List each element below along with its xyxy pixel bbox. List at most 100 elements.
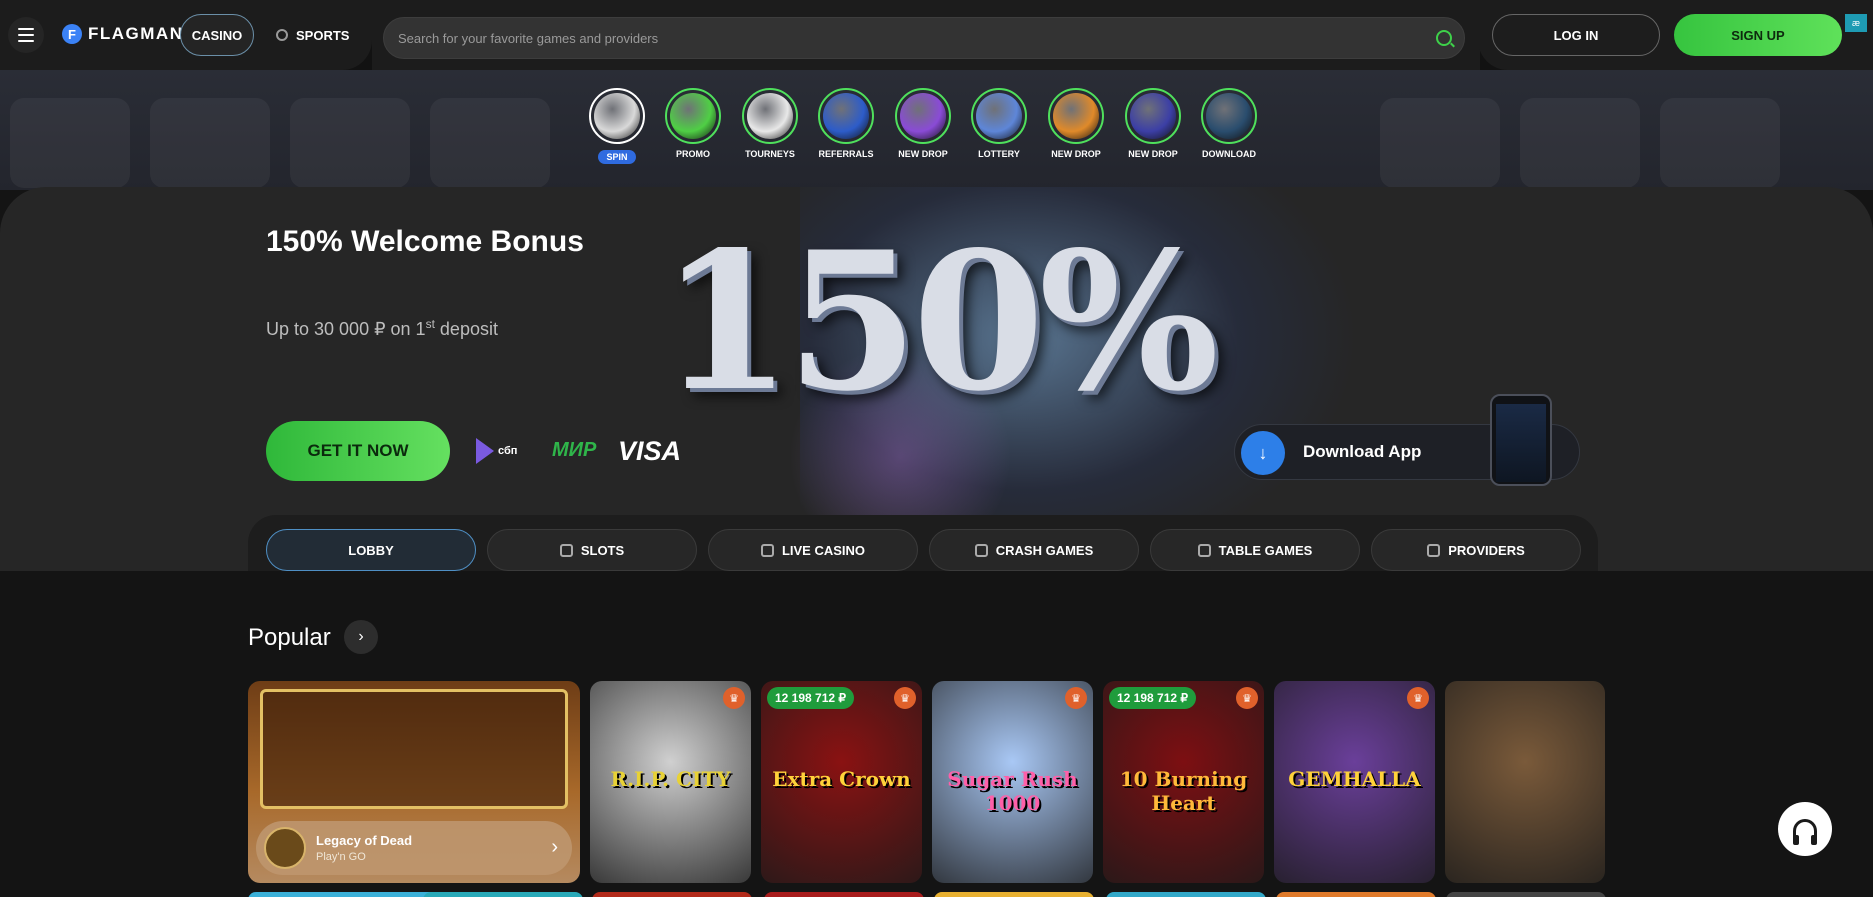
game-card-row2[interactable] [592, 892, 752, 897]
story-item[interactable]: NEW DROP [885, 88, 961, 162]
game-title: Extra Crown [772, 767, 911, 791]
story-thumbnail [742, 88, 798, 144]
trophy-icon: ♛ [723, 687, 745, 709]
support-chat-button[interactable] [1778, 802, 1832, 856]
story-thumbnail [895, 88, 951, 144]
cherry-icon [559, 543, 573, 557]
tab-providers[interactable]: PROVIDERS [1371, 529, 1581, 571]
header-left: F FLAGMAN CASINO SPORTS [0, 0, 372, 70]
story-item[interactable]: TOURNEYS [732, 88, 808, 162]
game-card-row2[interactable] [1276, 892, 1436, 897]
search-box[interactable] [383, 17, 1465, 59]
header-right: LOG IN SIGN UP æ [1478, 0, 1873, 70]
story-item[interactable]: SPIN [579, 88, 655, 165]
tab-label: PROVIDERS [1448, 542, 1525, 558]
game-card[interactable]: 12 198 712 ₽ ♛ 10 Burning Heart [1103, 681, 1264, 883]
logo[interactable]: F FLAGMAN [62, 24, 183, 44]
story-label: SPIN [598, 150, 636, 164]
trophy-icon: ♛ [1407, 687, 1429, 709]
story-thumbnail [589, 88, 645, 144]
welcome-banner[interactable]: 150% 150% Welcome Bonus Up to 30 000 ₽ o… [0, 187, 1873, 571]
story-thumbnail [1125, 88, 1181, 144]
tab-sports[interactable]: SPORTS [266, 14, 359, 56]
download-app-label: Download App [1303, 442, 1422, 461]
popular-more-button[interactable]: › [344, 620, 378, 654]
header: F FLAGMAN CASINO SPORTS LOG IN SIGN UP æ [0, 0, 1873, 70]
game-title: 10 Burning Heart [1119, 767, 1248, 815]
story-item[interactable]: LOTTERY [961, 88, 1037, 162]
game-card[interactable] [1445, 681, 1605, 883]
tab-label: CRASH GAMES [995, 542, 1094, 558]
story-label: LOTTERY [978, 149, 1020, 159]
trophy-icon: ♛ [1065, 687, 1087, 709]
story-image [976, 93, 1022, 139]
story-item[interactable]: DOWNLOAD [1191, 88, 1267, 162]
story-thumbnail [1048, 88, 1104, 144]
story-label: NEW DROP [1051, 149, 1101, 159]
phone-illustration [1490, 394, 1552, 486]
signup-button[interactable]: SIGN UP [1674, 14, 1842, 56]
banner-title: 150% Welcome Bonus [266, 225, 584, 258]
game-card[interactable]: ♛ R.I.P. CITY [590, 681, 751, 883]
story-label: TOURNEYS [745, 149, 795, 159]
story-image [900, 93, 946, 139]
login-button[interactable]: LOG IN [1492, 14, 1660, 56]
game-card-row2[interactable] [934, 892, 1094, 897]
menu-button[interactable] [8, 17, 44, 53]
tab-sports-label: SPORTS [296, 27, 350, 43]
story-item[interactable]: NEW DROP [1115, 88, 1191, 162]
story-image [747, 93, 793, 139]
banner-big-percent: 150% [660, 210, 1219, 433]
featured-game-title: Legacy of Dead [316, 833, 413, 848]
live-icon [760, 543, 774, 557]
game-title: GEMHALLA [1288, 767, 1421, 791]
tab-slots[interactable]: SLOTS [487, 529, 697, 571]
banner-subtitle: Up to 30 000 ₽ on 1st deposit [266, 317, 498, 339]
mir-logo: МИР [552, 439, 597, 461]
story-item[interactable]: REFERRALS [808, 88, 884, 162]
category-tabs: LOBBY SLOTS LIVE CASINO CRASH GAMES TABLE GA… [248, 515, 1598, 571]
get-it-now-button[interactable]: GET IT NOW [266, 421, 450, 481]
featured-game-provider: Play'n GO [316, 851, 366, 863]
game-card-row2[interactable] [1446, 892, 1606, 897]
story-label: REFERRALS [818, 149, 874, 159]
game-card-row2[interactable] [764, 892, 924, 897]
logo-icon: F [62, 24, 82, 44]
logo-text: FLAGMAN [88, 24, 184, 43]
game-card-row2[interactable] [423, 892, 583, 897]
slot-reels [260, 689, 568, 809]
featured-game-thumb [264, 827, 306, 869]
menu-icon-bar [18, 34, 34, 36]
tab-label: LOBBY [348, 542, 394, 558]
story-image [670, 93, 716, 139]
game-card[interactable]: 12 198 712 ₽ ♛ Extra Crown [761, 681, 922, 883]
game-card[interactable]: ♛ GEMHALLA [1274, 681, 1435, 883]
tab-crash-games[interactable]: CRASH GAMES [929, 529, 1139, 571]
jackpot-badge: 12 198 712 ₽ [767, 687, 855, 709]
story-image [1130, 93, 1176, 139]
app-root: F FLAGMAN CASINO SPORTS LOG IN SIGN UP æ [0, 0, 1873, 897]
tab-table-games[interactable]: TABLE GAMES [1150, 529, 1360, 571]
sbp-icon [476, 438, 494, 464]
game-card-row2[interactable] [1106, 892, 1266, 897]
story-image [594, 93, 640, 139]
tab-lobby[interactable]: LOBBY [266, 529, 476, 571]
story-image [1053, 93, 1099, 139]
story-item[interactable]: PROMO [655, 88, 731, 162]
search-icon[interactable] [1436, 30, 1452, 46]
popular-title: Popular [248, 624, 331, 651]
game-card[interactable]: ♛ Sugar Rush 1000 [932, 681, 1093, 883]
tab-casino[interactable]: CASINO [180, 14, 254, 56]
story-item[interactable]: NEW DROP [1038, 88, 1114, 162]
headset-icon [1793, 819, 1817, 845]
language-badge[interactable]: æ [1845, 14, 1867, 32]
trophy-icon: ♛ [1236, 687, 1258, 709]
stories-strip: SPIN PROMO TOURNEYS REFERRALS NEW DROP LOTTER… [0, 70, 1873, 190]
download-icon: ↓ [1241, 431, 1285, 475]
featured-game-info[interactable]: Legacy of Dead Play'n GO › [256, 821, 572, 875]
menu-icon-bar [18, 28, 34, 30]
search-area [372, 0, 1480, 70]
search-input[interactable] [398, 18, 1398, 58]
game-card-featured[interactable]: Legacy of Dead Play'n GO › [248, 681, 580, 883]
tab-live-casino[interactable]: LIVE CASINO [708, 529, 918, 571]
